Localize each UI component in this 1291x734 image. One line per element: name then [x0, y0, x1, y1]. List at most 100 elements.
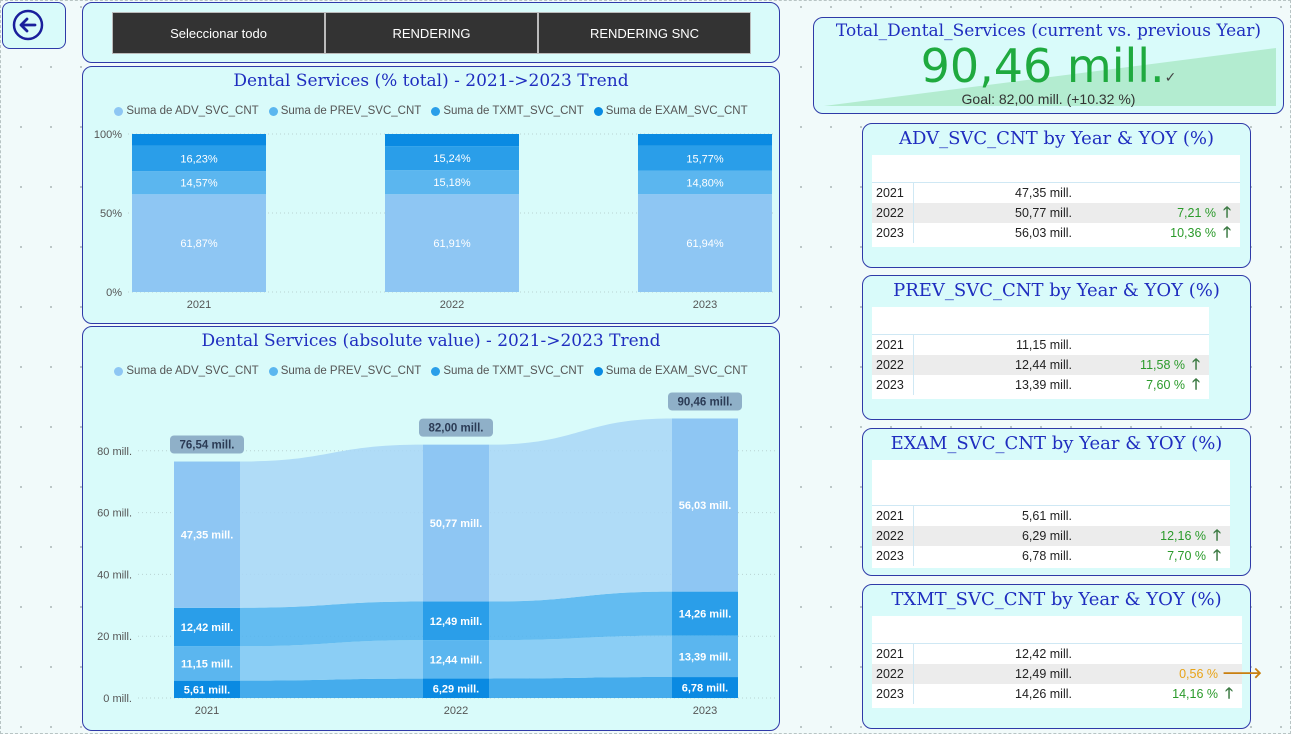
value-cell: 47,35 mill. — [1015, 186, 1072, 200]
kpi-value: 90,46 mill. — [920, 39, 1165, 93]
arrow-up-icon: 🡑 — [1223, 204, 1231, 221]
table-row[interactable]: 2022 6,29 mill. 12,16 % 🡑 — [872, 526, 1230, 546]
data-label: 12,49 mill. — [430, 616, 483, 628]
arrow-up-icon: 🡑 — [1192, 376, 1200, 393]
adv-yoy-panel[interactable]: ADV_SVC_CNT by Year & YOY (%) 2021 47,35 … — [862, 123, 1251, 268]
table-row[interactable]: 2021 11,15 mill. — [872, 335, 1209, 355]
data-label: 61,94% — [686, 238, 724, 250]
kpi-panel[interactable]: Total_Dental_Services (current vs. previ… — [813, 17, 1284, 114]
adv-yoy-title: ADV_SVC_CNT by Year & YOY (%) — [898, 128, 1215, 149]
data-label: 14,80% — [686, 177, 724, 189]
bar-segment — [132, 134, 266, 146]
data-label: 13,39 mill. — [679, 651, 732, 663]
table-row[interactable]: 2022 12,44 mill. 11,58 % 🡑 — [872, 355, 1209, 375]
exam-yoy-title: EXAM_SVC_CNT by Year & YOY (%) — [890, 433, 1223, 454]
txmt-yoy-title: TXMT_SVC_CNT by Year & YOY (%) — [891, 589, 1222, 610]
table-row[interactable]: 2023 13,39 mill. 7,60 % 🡑 — [872, 375, 1209, 395]
data-label: 12,42 mill. — [181, 622, 234, 634]
table-row[interactable]: 2021 47,35 mill. — [872, 183, 1240, 203]
x-tick-label: 2021 — [187, 299, 211, 311]
y-tick-label: 0 mill. — [103, 693, 132, 705]
year-cell: 2021 — [872, 644, 914, 664]
value-cell: 13,39 mill. — [1015, 378, 1072, 392]
select-all-button[interactable]: Seleccionar todo — [112, 12, 325, 54]
exam-yoy-panel[interactable]: EXAM_SVC_CNT by Year & YOY (%) 2021 5,61 … — [862, 428, 1251, 576]
total-label: 76,54 mill. — [180, 439, 235, 451]
rendering-snc-button[interactable]: RENDERING SNC — [538, 12, 751, 54]
prev-yoy-table: 2021 11,15 mill. 2022 12,44 mill. 11,58 % 🡑 … — [872, 307, 1209, 399]
prev-yoy-panel[interactable]: PREV_SVC_CNT by Year & YOY (%) 2021 11,15… — [862, 275, 1251, 420]
yoy-cell: 14,16 % 🡑 — [1072, 686, 1242, 701]
arrow-up-icon: 🡑 — [1192, 356, 1200, 373]
year-cell: 2023 — [872, 375, 914, 395]
yoy-value: 12,16 % — [1160, 529, 1206, 543]
data-label: 61,87% — [180, 238, 218, 250]
percent-chart-panel[interactable]: Dental Services (% total) - 2021->2023 T… — [82, 66, 780, 324]
rendering-button[interactable]: RENDERING — [325, 12, 538, 54]
absolute-chart-panel[interactable]: Dental Services (absolute value) - 2021-… — [82, 326, 780, 731]
yoy-value: 0,56 % — [1179, 667, 1218, 681]
year-cell: 2022 — [872, 526, 914, 546]
ribbon-band — [240, 601, 423, 647]
value-cell: 5,61 mill. — [1021, 509, 1072, 523]
x-tick-label: 2021 — [195, 705, 219, 717]
year-cell: 2021 — [872, 183, 914, 203]
value-cell: 6,29 mill. — [1021, 529, 1072, 543]
value-cell: 11,15 mill. — [1015, 338, 1072, 352]
prev-yoy-title: PREV_SVC_CNT by Year & YOY (%) — [893, 280, 1220, 301]
slicer-button-bar: Seleccionar todo RENDERING RENDERING SNC — [112, 12, 751, 54]
ribbon-band — [489, 418, 672, 602]
data-label: 14,26 mill. — [679, 609, 732, 621]
arrow-up-icon: 🡑 — [1213, 527, 1221, 544]
kpi-goal: Goal: 82,00 mill. (+10.32 %) — [961, 91, 1136, 107]
table-row[interactable]: 2023 56,03 mill. 10,36 % 🡑 — [872, 223, 1240, 243]
arrow-right-icon: 🡒 — [1222, 665, 1263, 682]
value-cell: 50,77 mill. — [1015, 206, 1072, 220]
y-tick-label: 20 mill. — [97, 631, 132, 643]
y-tick-label: 80 mill. — [97, 446, 132, 458]
bar-segment — [385, 134, 519, 147]
yoy-cell: 7,70 % 🡑 — [1072, 547, 1230, 564]
absolute-ribbon-chart: 0 mill. 20 mill. 40 mill. 60 mill. 80 mill. 5… — [97, 392, 775, 717]
yoy-cell: 12,16 % 🡑 — [1072, 527, 1230, 544]
value-cell: 12,44 mill. — [1015, 358, 1072, 372]
data-label: 16,23% — [180, 153, 218, 165]
table-row[interactable]: 2022 12,49 mill. 0,56 % 🡒 — [872, 664, 1263, 684]
year-cell: 2023 — [872, 223, 914, 243]
txmt-yoy-panel[interactable]: TXMT_SVC_CNT by Year & YOY (%) 2021 12,42… — [862, 584, 1263, 729]
exam-yoy-table: 2021 5,61 mill. 2022 6,29 mill. 12,16 % 🡑 20… — [872, 460, 1230, 568]
table-row[interactable]: 2022 50,77 mill. 7,21 % 🡑 — [872, 203, 1240, 223]
table-row[interactable]: 2021 12,42 mill. — [872, 644, 1242, 664]
table-row[interactable]: 2023 6,78 mill. 7,70 % 🡑 — [872, 546, 1230, 566]
data-label: 56,03 mill. — [679, 500, 732, 512]
bar-segment — [638, 134, 772, 146]
ribbon-band — [240, 444, 423, 608]
x-tick-label: 2022 — [440, 299, 464, 311]
data-label: 12,44 mill. — [430, 654, 483, 666]
total-label: 82,00 mill. — [429, 423, 484, 435]
x-tick-label: 2023 — [693, 705, 717, 717]
table-row[interactable]: 2023 14,26 mill. 14,16 % 🡑 — [872, 684, 1242, 704]
back-button[interactable] — [2, 2, 66, 49]
yoy-value: 7,21 % — [1177, 206, 1216, 220]
txmt-yoy-table: 2021 12,42 mill. 2022 12,49 mill. 0,56 % 🡒 2… — [872, 616, 1263, 708]
year-cell: 2021 — [872, 506, 914, 526]
total-label: 90,46 mill. — [678, 396, 733, 408]
back-arrow-icon — [12, 9, 44, 41]
data-label: 15,77% — [686, 153, 724, 165]
y-tick-label: 40 mill. — [97, 569, 132, 581]
percent-stacked-bar-chart: 0% 50% 100% 61,87% 14,57% 16,23% 2021 61,91% 15,… — [94, 129, 775, 311]
yoy-value: 11,58 % — [1140, 358, 1185, 372]
ribbon-band — [240, 678, 423, 698]
data-label: 14,57% — [180, 178, 218, 190]
yoy-cell: 7,21 % 🡑 — [1072, 204, 1240, 221]
year-cell: 2022 — [872, 355, 914, 375]
data-label: 6,78 mill. — [682, 683, 728, 695]
yoy-value: 10,36 % — [1170, 226, 1216, 240]
value-cell: 12,49 mill. — [1015, 667, 1072, 681]
arrow-up-icon: 🡑 — [1213, 547, 1221, 564]
table-row[interactable]: 2021 5,61 mill. — [872, 506, 1230, 526]
arrow-up-icon: 🡑 — [1223, 224, 1231, 241]
data-label: 11,15 mill. — [181, 658, 233, 670]
yoy-cell: 11,58 % 🡑 — [1072, 356, 1209, 373]
